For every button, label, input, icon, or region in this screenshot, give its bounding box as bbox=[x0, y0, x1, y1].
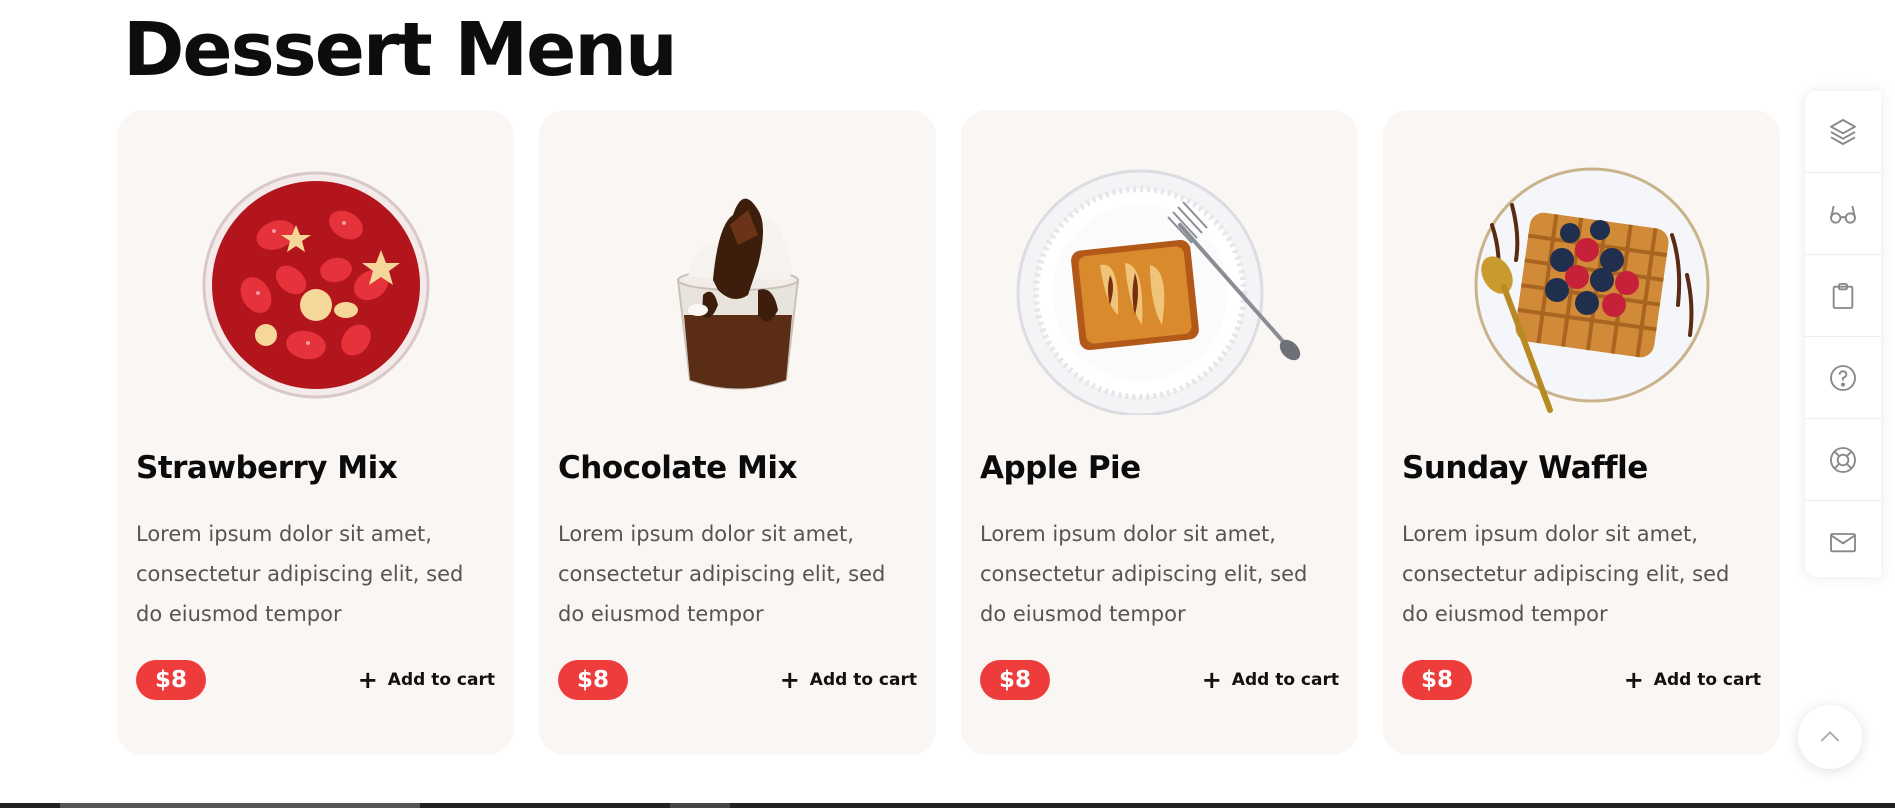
add-to-cart-button[interactable]: + Add to cart bbox=[779, 666, 917, 694]
price-badge: $8 bbox=[136, 660, 206, 700]
plus-icon: + bbox=[779, 666, 800, 694]
scroll-to-top-button[interactable] bbox=[1798, 705, 1862, 769]
card-description: Lorem ipsum dolor sit amet, consectetur … bbox=[558, 522, 886, 626]
support-button[interactable] bbox=[1805, 419, 1881, 501]
add-to-cart-label: Add to cart bbox=[1653, 670, 1761, 690]
mail-button[interactable] bbox=[1805, 501, 1881, 582]
chevron-up-icon bbox=[1820, 731, 1840, 742]
add-to-cart-button[interactable]: + Add to cart bbox=[1623, 666, 1761, 694]
glasses-icon bbox=[1830, 205, 1856, 224]
page-title: Dessert Menu bbox=[123, 7, 678, 93]
clipboard-button[interactable] bbox=[1805, 255, 1881, 337]
card-image bbox=[961, 165, 1358, 415]
plus-icon: + bbox=[1623, 666, 1644, 694]
add-to-cart-label: Add to cart bbox=[387, 670, 495, 690]
add-to-cart-button[interactable]: + Add to cart bbox=[357, 666, 495, 694]
dessert-card-apple-pie: Apple Pie Lorem ipsum dolor sit amet, co… bbox=[961, 110, 1358, 755]
plus-icon: + bbox=[1201, 666, 1222, 694]
card-title: Sunday Waffle bbox=[1402, 450, 1648, 486]
card-title: Chocolate Mix bbox=[558, 450, 797, 486]
card-description: Lorem ipsum dolor sit amet, consectetur … bbox=[980, 522, 1308, 626]
price-badge: $8 bbox=[1402, 660, 1472, 700]
preview-button[interactable] bbox=[1805, 173, 1881, 255]
price-badge: $8 bbox=[558, 660, 628, 700]
help-button[interactable] bbox=[1805, 337, 1881, 419]
side-toolbar bbox=[1805, 91, 1881, 577]
add-to-cart-button[interactable]: + Add to cart bbox=[1201, 666, 1339, 694]
card-title: Apple Pie bbox=[980, 450, 1141, 486]
card-image bbox=[539, 165, 936, 415]
price-badge: $8 bbox=[980, 660, 1050, 700]
lifebuoy-icon bbox=[1830, 446, 1856, 473]
dessert-card-chocolate-mix: Chocolate Mix Lorem ipsum dolor sit amet… bbox=[539, 110, 936, 755]
help-circle-icon bbox=[1830, 364, 1856, 391]
chocolate-sundae-image bbox=[676, 198, 799, 390]
bottom-edge-bar bbox=[0, 803, 1895, 808]
card-title: Strawberry Mix bbox=[136, 450, 398, 486]
dessert-card-strawberry-mix: Strawberry Mix Lorem ipsum dolor sit ame… bbox=[117, 110, 514, 755]
strawberry-bowl-image bbox=[202, 171, 429, 399]
clipboard-icon bbox=[1832, 282, 1854, 309]
card-description: Lorem ipsum dolor sit amet, consectetur … bbox=[1402, 522, 1730, 626]
layers-icon bbox=[1830, 118, 1856, 145]
layers-button[interactable] bbox=[1805, 91, 1881, 173]
mail-icon bbox=[1830, 532, 1856, 552]
berry-waffle-plate-image bbox=[1474, 167, 1709, 413]
plus-icon: + bbox=[357, 666, 378, 694]
dessert-card-sunday-waffle: Sunday Waffle Lorem ipsum dolor sit amet… bbox=[1383, 110, 1780, 755]
add-to-cart-label: Add to cart bbox=[1231, 670, 1339, 690]
apple-pie-plate-image bbox=[1016, 169, 1300, 415]
add-to-cart-label: Add to cart bbox=[809, 670, 917, 690]
card-image bbox=[117, 165, 514, 415]
card-description: Lorem ipsum dolor sit amet, consectetur … bbox=[136, 522, 464, 626]
card-image bbox=[1383, 165, 1780, 415]
